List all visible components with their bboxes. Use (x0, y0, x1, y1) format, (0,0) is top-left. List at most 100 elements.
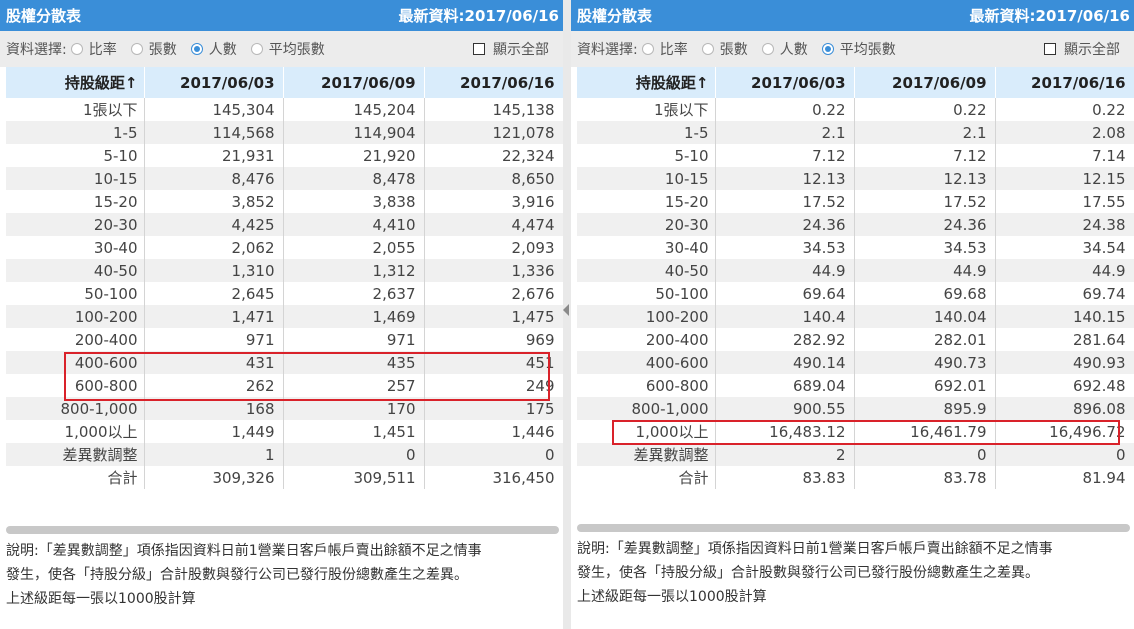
range-cell: 30-40 (6, 236, 145, 259)
value-cell: 282.01 (854, 328, 996, 351)
value-cell: 971 (144, 328, 284, 351)
range-cell: 20-30 (577, 213, 716, 236)
collapse-arrow-icon[interactable] (563, 304, 569, 316)
range-cell: 1,000以上 (577, 420, 716, 443)
value-cell: 4,410 (283, 213, 425, 236)
panel-divider (563, 0, 571, 629)
value-cell: 170 (283, 397, 425, 420)
value-cell: 8,476 (144, 167, 284, 190)
checkbox-icon[interactable] (1044, 43, 1056, 55)
column-header-date[interactable]: 2017/06/03 (144, 67, 284, 98)
value-cell: 81.94 (995, 466, 1134, 489)
table-row: 50-100 69.64 69.68 69.74 (577, 282, 1134, 305)
shareholding-table: 持股級距↑ 2017/06/03 2017/06/09 2017/06/16 1… (577, 67, 1134, 489)
table-row: 差異數調整 2 0 0 (577, 443, 1134, 466)
radio-circle-icon[interactable] (130, 43, 143, 55)
value-cell: 12.13 (715, 167, 855, 190)
data-selector-bar: 資料選擇: 比率 張數 人數 平均張數 顯示全部 (0, 31, 563, 67)
radio-average-lots[interactable]: 平均張數 (250, 39, 325, 59)
table-row: 600-800 262 257 249 (6, 374, 564, 397)
column-header-date[interactable]: 2017/06/09 (283, 67, 425, 98)
table-row: 100-200 140.4 140.04 140.15 (577, 305, 1134, 328)
value-cell: 24.38 (995, 213, 1134, 236)
range-cell: 50-100 (6, 282, 145, 305)
radio-circle-icon[interactable] (250, 43, 263, 55)
value-cell: 281.64 (995, 328, 1134, 351)
table-body: 1張以下 0.22 0.22 0.22 1-5 2.1 2.1 2.08 5-10 7.12 7.1… (577, 98, 1134, 489)
radio-holders[interactable]: 人數 (761, 39, 808, 59)
panel-title: 股權分散表 (577, 7, 653, 25)
value-cell: 140.4 (715, 305, 855, 328)
radio-circle-icon[interactable] (641, 43, 654, 55)
table-row: 差異數調整 1 0 0 (6, 443, 564, 466)
horizontal-scrollbar[interactable] (577, 524, 1130, 532)
panel-title: 股權分散表 (6, 7, 82, 25)
table-body: 1張以下 145,304 145,204 145,138 1-5 114,568 114,9… (6, 98, 564, 489)
radio-label: 平均張數 (268, 42, 325, 58)
shareholding-table: 持股級距↑ 2017/06/03 2017/06/09 2017/06/16 1… (6, 67, 564, 489)
range-cell: 合計 (6, 466, 145, 489)
value-cell: 17.52 (715, 190, 855, 213)
checkbox-icon[interactable] (473, 43, 485, 55)
column-header-range[interactable]: 持股級距↑ (6, 67, 145, 98)
value-cell: 140.04 (854, 305, 996, 328)
radio-circle-icon[interactable] (701, 43, 714, 55)
latest-date: 最新資料:2017/06/16 (398, 7, 559, 25)
value-cell: 17.52 (854, 190, 996, 213)
value-cell: 257 (283, 374, 425, 397)
horizontal-scrollbar[interactable] (6, 526, 559, 534)
value-cell: 2,093 (424, 236, 564, 259)
note-line: 上述級距每一張以1000股計算 (6, 591, 196, 607)
radio-lots[interactable]: 張數 (701, 39, 748, 59)
column-header-date[interactable]: 2017/06/16 (995, 67, 1134, 98)
radio-label: 人數 (208, 42, 237, 58)
range-cell: 5-10 (6, 144, 145, 167)
value-cell: 114,568 (144, 121, 284, 144)
value-cell: 309,326 (144, 466, 284, 489)
show-all-toggle[interactable]: 顯示全部 (473, 39, 549, 59)
value-cell: 145,204 (283, 98, 425, 121)
distribution-panel-left: 股權分散表 最新資料:2017/06/16 資料選擇: 比率 張數 人數 平均張… (0, 0, 564, 629)
range-cell: 800-1,000 (6, 397, 145, 420)
radio-circle-icon[interactable] (761, 43, 774, 55)
value-cell: 24.36 (854, 213, 996, 236)
table-header-row: 持股級距↑ 2017/06/03 2017/06/09 2017/06/16 (6, 67, 564, 98)
range-cell: 15-20 (6, 190, 145, 213)
column-header-date[interactable]: 2017/06/16 (424, 67, 564, 98)
range-cell: 40-50 (577, 259, 716, 282)
value-cell: 22,324 (424, 144, 564, 167)
radio-holders[interactable]: 人數 (190, 39, 237, 59)
value-cell: 145,138 (424, 98, 564, 121)
range-cell: 400-600 (6, 351, 145, 374)
range-cell: 差異數調整 (6, 443, 145, 466)
value-cell: 34.53 (715, 236, 855, 259)
panel-header: 股權分散表 最新資料:2017/06/16 (571, 0, 1134, 31)
radio-circle-selected-icon[interactable] (190, 43, 203, 55)
radio-ratio[interactable]: 比率 (641, 39, 688, 59)
value-cell: 262 (144, 374, 284, 397)
table-row: 1張以下 0.22 0.22 0.22 (577, 98, 1134, 121)
range-cell: 100-200 (6, 305, 145, 328)
radio-average-lots[interactable]: 平均張數 (821, 39, 896, 59)
range-cell: 1-5 (6, 121, 145, 144)
show-all-toggle[interactable]: 顯示全部 (1044, 39, 1120, 59)
column-header-range[interactable]: 持股級距↑ (577, 67, 716, 98)
radio-circle-selected-icon[interactable] (821, 43, 834, 55)
radio-label: 人數 (779, 42, 808, 58)
radio-lots[interactable]: 張數 (130, 39, 177, 59)
value-cell: 1,471 (144, 305, 284, 328)
table-row: 20-30 24.36 24.36 24.38 (577, 213, 1134, 236)
value-cell: 2,637 (283, 282, 425, 305)
range-cell: 10-15 (6, 167, 145, 190)
value-cell: 316,450 (424, 466, 564, 489)
radio-ratio[interactable]: 比率 (70, 39, 117, 59)
radio-circle-icon[interactable] (70, 43, 83, 55)
column-header-date[interactable]: 2017/06/09 (854, 67, 996, 98)
value-cell: 490.14 (715, 351, 855, 374)
range-cell: 1張以下 (6, 98, 145, 121)
value-cell: 2.1 (715, 121, 855, 144)
value-cell: 121,078 (424, 121, 564, 144)
value-cell: 21,920 (283, 144, 425, 167)
column-header-date[interactable]: 2017/06/03 (715, 67, 855, 98)
table-row: 40-50 44.9 44.9 44.9 (577, 259, 1134, 282)
